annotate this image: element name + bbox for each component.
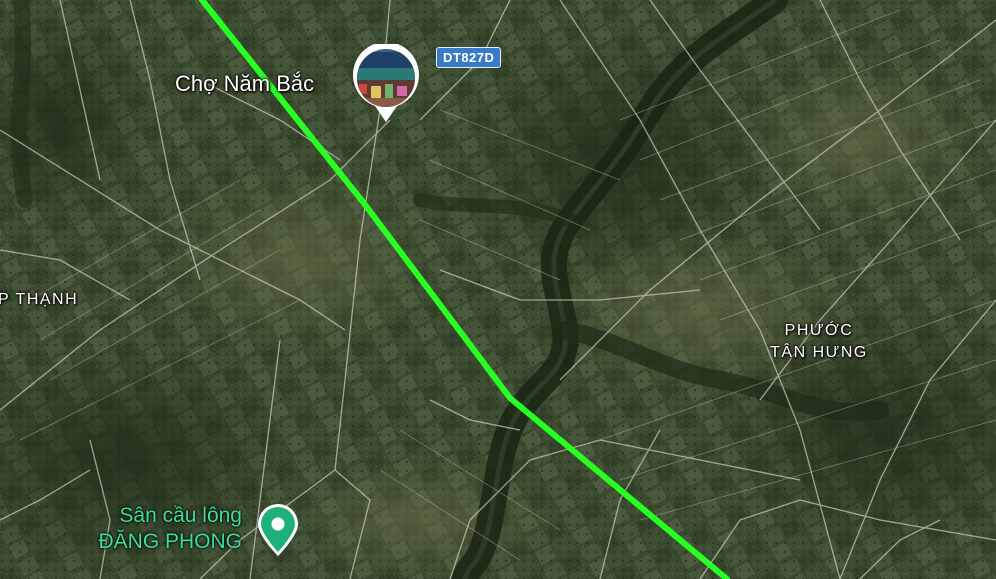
poi-label-line1: Sân cầu lông [119,504,242,527]
satellite-map[interactable] [0,0,996,579]
area-label-line2: TÂN HƯNG [770,344,868,361]
area-label-left: P THẠNH [0,289,78,311]
market-photo-icon [353,41,419,122]
poi-label-line2: ĐĂNG PHONG [98,530,242,553]
market-label[interactable]: Chợ Năm Bắc [175,71,314,97]
market-photo-marker[interactable] [351,41,421,124]
poi-pin-badminton[interactable] [254,502,302,560]
area-label-phuoc-tan-hung: PHƯỚC TÂN HƯNG [763,320,875,364]
road-shield-dt827d: DT827D [436,47,502,68]
area-label-left-text: P THẠNH [0,291,79,308]
road-shield-text: DT827D [443,50,495,65]
area-label-line1: PHƯỚC [784,322,854,339]
poi-label-badminton[interactable]: Sân cầu lông ĐĂNG PHONG [74,503,242,555]
market-label-text: Chợ Năm Bắc [175,71,315,96]
map-pin-icon [258,504,298,556]
